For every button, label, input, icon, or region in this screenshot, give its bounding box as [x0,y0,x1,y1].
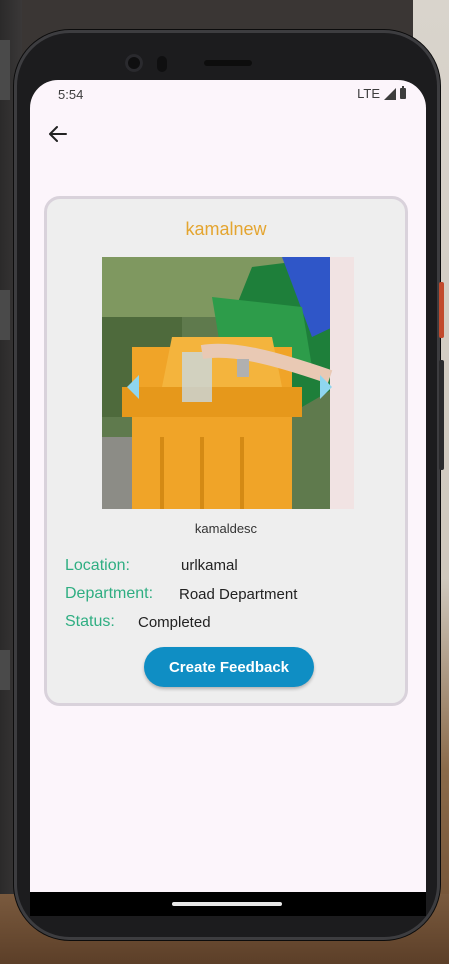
carousel-next-icon[interactable] [320,375,332,399]
department-label: Department: [65,585,154,602]
power-button[interactable] [439,282,444,338]
arrow-left-icon [49,126,67,142]
volume-button[interactable] [439,360,444,470]
desktop-strip [0,650,10,690]
signal-icon [384,87,396,100]
status-label: Status: [65,613,115,630]
issue-card: kamalnew kamaldesc Location: urlkamal De… [44,196,408,706]
status-time: 5:54 [58,87,84,102]
desktop-strip [0,290,10,340]
department-value: Road Department [179,586,298,603]
front-camera [125,54,143,72]
status-value: Completed [138,614,211,631]
battery-icon [400,86,406,99]
proximity-sensor [157,56,167,72]
back-button[interactable] [44,120,72,148]
recycling-bin-photo [102,257,354,509]
app-screen: 5:54 LTE kamalnew kamaldesc Location: ur… [30,80,426,892]
location-label: Location: [65,557,130,574]
card-title: kamalnew [185,219,267,239]
issue-photo [102,257,354,509]
desktop-strip [0,40,10,100]
network-indicators: LTE [357,86,406,101]
carousel-prev-icon[interactable] [127,375,139,399]
earpiece-speaker [204,60,252,66]
status-bar: 5:54 LTE [30,80,426,108]
location-value: urlkamal [181,557,238,574]
create-feedback-button[interactable]: Create Feedback [144,647,314,687]
home-indicator[interactable] [172,902,282,906]
network-type: LTE [357,86,380,101]
card-description: kamaldesc [194,521,258,536]
